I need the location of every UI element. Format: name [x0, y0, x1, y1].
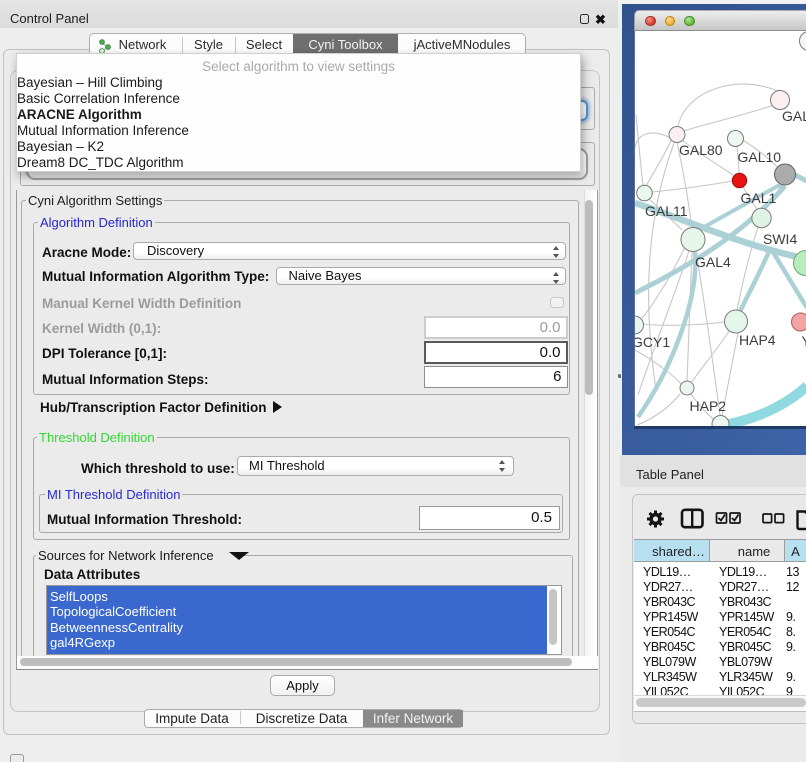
svg-text:GAL80: GAL80 — [679, 142, 723, 158]
svg-text:GCY1: GCY1 — [635, 334, 670, 350]
svg-text:GAL1: GAL1 — [741, 190, 777, 206]
svg-text:GAL7: GAL7 — [782, 108, 806, 124]
svg-text:GAL10: GAL10 — [738, 149, 782, 165]
svg-text:GAL11: GAL11 — [645, 203, 688, 219]
svg-text:SWI4: SWI4 — [763, 231, 797, 247]
svg-text:HAP4: HAP4 — [739, 332, 776, 348]
svg-text:HAP2: HAP2 — [690, 398, 727, 414]
svg-text:YM: YM — [802, 333, 806, 349]
svg-text:GAL4: GAL4 — [695, 254, 731, 270]
